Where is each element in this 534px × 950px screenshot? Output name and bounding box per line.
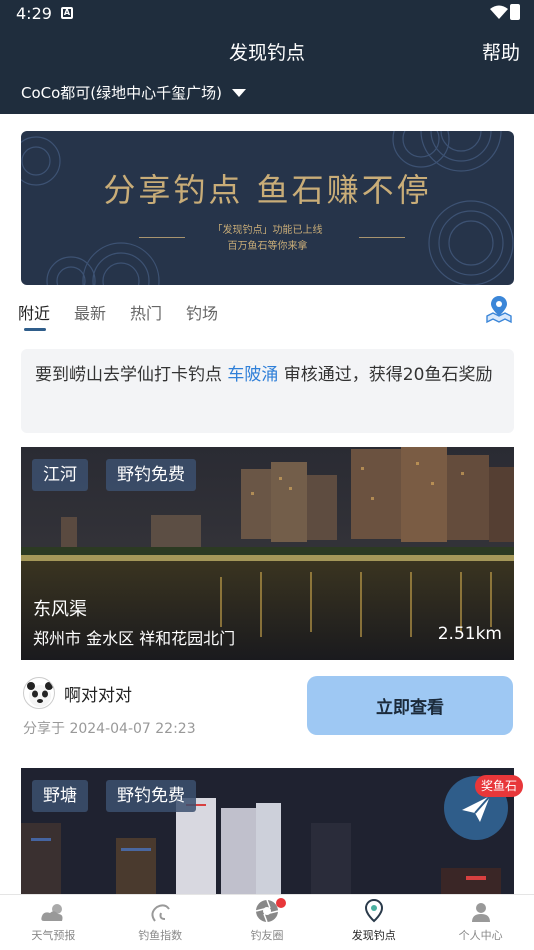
caret-down-icon bbox=[232, 88, 247, 97]
location-label: CoCo都可(绿地中心千玺广场) bbox=[21, 84, 223, 102]
tab-fishing-ground[interactable]: 钓场 bbox=[186, 300, 218, 324]
fishing-hook-icon bbox=[151, 904, 171, 922]
location-pin-icon bbox=[364, 899, 383, 923]
wifi-icon bbox=[490, 5, 508, 19]
notification-dot bbox=[276, 898, 286, 908]
notice-spot-link[interactable]: 车陂涌 bbox=[227, 365, 278, 385]
banner-subtitle: 「发现钓点」功能已上线 百万鱼石等你来拿 bbox=[21, 223, 514, 255]
weather-icon bbox=[41, 904, 63, 921]
panda-avatar-icon bbox=[27, 682, 53, 707]
tab-hot[interactable]: 热门 bbox=[130, 300, 162, 324]
tab-nearby[interactable]: 附近 bbox=[18, 300, 50, 331]
banner-subtitle-line1: 「发现钓点」功能已上线 bbox=[212, 225, 323, 236]
avatar[interactable] bbox=[23, 677, 55, 709]
spot-card-image[interactable]: 江河 野钓免费 东风渠 郑州市 金水区 祥和花园北门 2.51km bbox=[21, 447, 514, 660]
nav-discover-spots-label: 发现钓点 bbox=[351, 929, 396, 942]
bottom-nav: 天气预报 钓鱼指数 钓友圈 发现钓点 个人中心 bbox=[0, 894, 534, 950]
nav-weather[interactable]: 天气预报 bbox=[0, 895, 107, 950]
nav-anglers-circle[interactable]: 钓友圈 bbox=[214, 895, 321, 950]
nav-profile-label: 个人中心 bbox=[458, 929, 503, 942]
banner-subtitle-line2: 百万鱼石等你来拿 bbox=[227, 241, 308, 252]
banner-title: 分享钓点 鱼石赚不停 bbox=[103, 171, 432, 209]
battery-icon bbox=[510, 4, 520, 20]
notice-text-end: 审核通过，获得20鱼石奖励 bbox=[278, 365, 493, 385]
nav-fishing-index-label: 钓鱼指数 bbox=[138, 929, 183, 942]
view-now-button[interactable]: 立即查看 bbox=[307, 676, 513, 735]
spot-tag-free: 野钓免费 bbox=[106, 459, 196, 491]
main-content: 分享钓点 鱼石赚不停 「发现钓点」功能已上线 百万鱼石等你来拿 附近 最新 热门… bbox=[0, 114, 534, 894]
spot2-tag-free: 野钓免费 bbox=[106, 780, 196, 812]
sharer-info[interactable]: 啊对对对 bbox=[23, 677, 132, 709]
nav-discover-spots[interactable]: 发现钓点 bbox=[320, 895, 427, 950]
nav-profile[interactable]: 个人中心 bbox=[427, 895, 534, 950]
notice-text: 要到崂山去学仙打卡钓点 bbox=[35, 365, 228, 385]
spot-tag-type: 江河 bbox=[32, 459, 88, 491]
nav-weather-label: 天气预报 bbox=[31, 929, 76, 942]
night-city-photo bbox=[21, 768, 514, 894]
status-time: 4:29 bbox=[16, 4, 52, 23]
location-selector[interactable]: CoCo都可(绿地中心千玺广场) bbox=[21, 82, 247, 103]
reward-badge: 奖鱼石 bbox=[475, 775, 524, 797]
spot-name: 东风渠 bbox=[33, 599, 87, 620]
reward-notice: 要到崂山去学仙打卡钓点 车陂涌 审核通过，获得20鱼石奖励 bbox=[21, 349, 514, 433]
spot2-tag-type: 野塘 bbox=[32, 780, 88, 812]
spot-card-image-2[interactable]: 野塘 野钓免费 bbox=[21, 768, 514, 894]
spot-distance: 2.51km bbox=[437, 624, 502, 644]
promo-banner[interactable]: 分享钓点 鱼石赚不停 「发现钓点」功能已上线 百万鱼石等你来拿 bbox=[21, 131, 514, 285]
sharer-name: 啊对对对 bbox=[64, 685, 132, 706]
status-bar: 4:29 A bbox=[0, 0, 534, 28]
nav-fishing-index[interactable]: 钓鱼指数 bbox=[107, 895, 214, 950]
notification-icon: A bbox=[61, 7, 73, 19]
spot-address: 郑州市 金水区 祥和花园北门 bbox=[33, 629, 236, 648]
nav-anglers-circle-label: 钓友圈 bbox=[250, 929, 284, 942]
map-pin-icon[interactable] bbox=[484, 294, 514, 324]
share-time: 分享于 2024-04-07 22:23 bbox=[23, 721, 196, 737]
tab-latest[interactable]: 最新 bbox=[74, 300, 106, 324]
app-header: 4:29 A 发现钓点 帮助 CoCo都可(绿地中心千玺广场) bbox=[0, 0, 534, 114]
page-title: 发现钓点 bbox=[228, 42, 305, 64]
help-button[interactable]: 帮助 bbox=[482, 38, 520, 65]
person-icon bbox=[471, 903, 490, 922]
filter-tabs: 附近 最新 热门 钓场 bbox=[18, 300, 218, 331]
